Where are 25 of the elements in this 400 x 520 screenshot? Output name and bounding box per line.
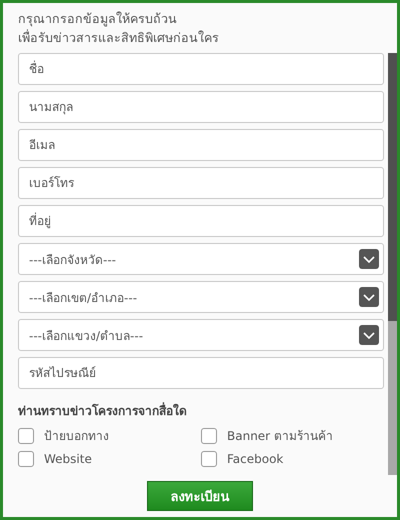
checkbox[interactable] — [201, 451, 217, 467]
input-field[interactable]: รหัสไปรษณีย์ — [18, 357, 384, 389]
register-button[interactable]: ลงทะเบียน — [147, 481, 253, 511]
dropdown[interactable]: ---เลือกจังหวัด--- — [18, 243, 384, 275]
input-field[interactable]: นามสกุล — [18, 91, 384, 123]
input-field[interactable]: อีเมล — [18, 129, 384, 161]
input-field[interactable]: ชื่อ — [18, 53, 384, 85]
question-label: ท่านทราบข่าวโครงการจากสื่อใด — [18, 401, 188, 420]
intro-text: เพื่อรับข่าวสารและสิทธิพิเศษก่อนใคร — [18, 28, 220, 47]
checkbox-label: Banner ตามร้านค้า — [227, 428, 333, 445]
intro-text: กรุณากรอกข้อมูลให้ครบถ้วน — [18, 10, 178, 28]
checkbox-label: Website — [44, 452, 92, 466]
chevron-down-icon — [359, 249, 379, 269]
dropdown[interactable]: ---เลือกเขต/อำเภอ--- — [18, 281, 384, 313]
checkbox-label: ป้ายบอกทาง — [44, 428, 109, 445]
scrollbar-thumb[interactable] — [388, 53, 397, 321]
checkbox[interactable] — [18, 428, 34, 444]
checkbox-label: Facebook — [227, 452, 284, 466]
dropdown[interactable]: ---เลือกแขวง/ตำบล--- — [18, 319, 384, 351]
input-field[interactable]: ที่อยู่ — [18, 205, 384, 237]
chevron-down-icon — [359, 287, 379, 307]
checkbox[interactable] — [201, 428, 217, 444]
chevron-down-icon — [359, 325, 379, 345]
checkbox[interactable] — [18, 451, 34, 467]
input-field[interactable]: เบอร์โทร — [18, 167, 384, 199]
